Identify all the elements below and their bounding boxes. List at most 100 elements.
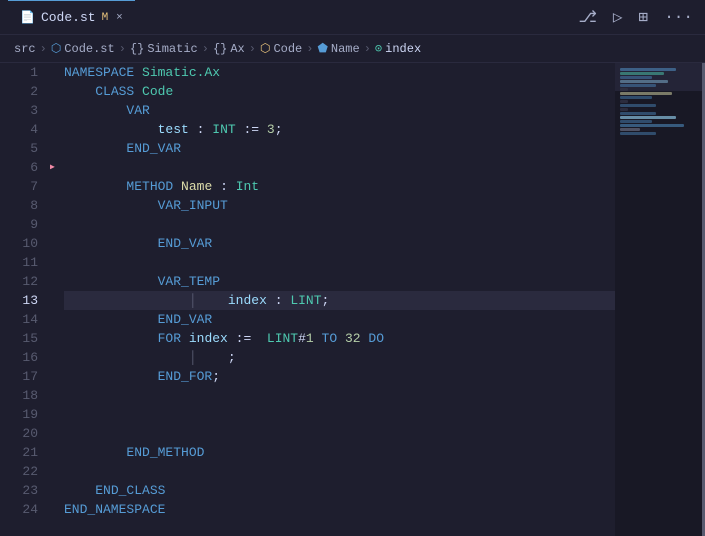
breadcrumb-name[interactable]: ⬟ Name (317, 41, 359, 56)
breadcrumb-simatic-label: Simatic (147, 42, 197, 56)
line-11: 11 (0, 253, 50, 272)
breadcrumb: src › ⬡ Code.st › {} Simatic › {} Ax › ⬡… (0, 35, 705, 63)
line-3: 3 (0, 101, 50, 120)
line-7: 7 (0, 177, 50, 196)
line-20: 20 (0, 424, 50, 443)
arrow-16 (50, 348, 64, 367)
line-23: 23 (0, 481, 50, 500)
code-line-23: END_CLASS (64, 481, 615, 500)
tab-modified: M (102, 12, 109, 24)
breadcrumb-index-label: index (385, 42, 421, 56)
more-icon[interactable]: ··· (660, 6, 697, 28)
arrow-11 (50, 253, 64, 272)
editor-container: 1 2 3 4 5 6 7 8 9 10 11 12 13 14 15 16 1… (0, 63, 705, 536)
code-line-1: NAMESPACE Simatic.Ax (64, 63, 615, 82)
minimap-line-9 (620, 100, 628, 103)
minimap-line-8 (620, 96, 652, 99)
code-line-4: test : INT := 3; (64, 120, 615, 139)
minimap-content (620, 68, 700, 136)
code-line-22 (64, 462, 615, 481)
minimap-line-17 (620, 132, 656, 135)
code-area[interactable]: NAMESPACE Simatic.Ax CLASS Code VAR test… (64, 63, 615, 536)
minimap-line-1 (620, 68, 676, 71)
minimap-line-3 (620, 76, 652, 79)
line-18: 18 (0, 386, 50, 405)
method-icon: ⬟ (317, 41, 327, 56)
run-icon[interactable]: ▷ (609, 5, 627, 29)
minimap-line-10 (620, 104, 656, 107)
code-line-12: VAR_TEMP (64, 272, 615, 291)
line-4: 4 (0, 120, 50, 139)
line-24: 24 (0, 500, 50, 519)
breadcrumb-sep-1: › (40, 42, 47, 56)
active-tab[interactable]: 📄 Code.st M × (8, 0, 135, 34)
minimap-line-4 (620, 80, 668, 83)
breadcrumb-code[interactable]: ⬡ Code (260, 41, 302, 56)
arrow-1 (50, 63, 64, 82)
arrow-13 (50, 291, 64, 310)
arrow-7 (50, 177, 64, 196)
breadcrumb-ax[interactable]: {} Ax (213, 42, 245, 56)
arrow-20 (50, 424, 64, 443)
code-line-20 (64, 424, 615, 443)
line-2: 2 (0, 82, 50, 101)
breadcrumb-sep-6: › (364, 42, 371, 56)
minimap-line-2 (620, 72, 664, 75)
code-line-11 (64, 253, 615, 272)
tab-close-button[interactable]: × (116, 12, 123, 24)
title-bar-actions: ⎇ ▷ ⊞ ··· (574, 5, 697, 29)
minimap-line-13 (620, 116, 676, 119)
line-16: 16 (0, 348, 50, 367)
minimap-line-11 (620, 108, 628, 111)
breadcrumb-index[interactable]: ⊙ index (375, 41, 421, 56)
minimap-line-6 (620, 88, 628, 91)
code-line-10: END_VAR (64, 234, 615, 253)
code-line-9 (64, 215, 615, 234)
breadcrumb-codest[interactable]: ⬡ Code.st (51, 41, 115, 56)
code-line-17: END_FOR; (64, 367, 615, 386)
line-9: 9 (0, 215, 50, 234)
line-15: 15 (0, 329, 50, 348)
file-small-icon: ⬡ (51, 41, 61, 56)
line-17: 17 (0, 367, 50, 386)
arrow-22 (50, 462, 64, 481)
line-19: 19 (0, 405, 50, 424)
source-control-icon[interactable]: ⎇ (574, 5, 600, 29)
arrow-14 (50, 310, 64, 329)
line-14: 14 (0, 310, 50, 329)
arrow-column: ▶ (50, 63, 64, 536)
code-line-18 (64, 386, 615, 405)
code-line-14: END_VAR (64, 310, 615, 329)
breadcrumb-src[interactable]: src (14, 42, 36, 56)
arrow-21 (50, 443, 64, 462)
arrow-19 (50, 405, 64, 424)
breadcrumb-simatic[interactable]: {} Simatic (130, 42, 198, 56)
arrow-5 (50, 139, 64, 158)
line-21: 21 (0, 443, 50, 462)
minimap-line-15 (620, 124, 684, 127)
arrow-17 (50, 367, 64, 386)
breadcrumb-sep-5: › (306, 42, 313, 56)
arrow-4 (50, 120, 64, 139)
line-8: 8 (0, 196, 50, 215)
line-10: 10 (0, 234, 50, 253)
arrow-9 (50, 215, 64, 234)
line-13: 13 (0, 291, 50, 310)
code-line-16: │ ; (64, 348, 615, 367)
minimap-line-14 (620, 120, 652, 123)
arrow-6: ▶ (50, 158, 64, 177)
code-line-5: END_VAR (64, 139, 615, 158)
file-icon: 📄 (20, 10, 35, 25)
title-bar: 📄 Code.st M × ⎇ ▷ ⊞ ··· (0, 0, 705, 35)
line-6: 6 (0, 158, 50, 177)
line-5: 5 (0, 139, 50, 158)
layout-icon[interactable]: ⊞ (635, 5, 653, 29)
code-line-21: END_METHOD (64, 443, 615, 462)
code-line-2: CLASS Code (64, 82, 615, 101)
line-1: 1 (0, 63, 50, 82)
line-22: 22 (0, 462, 50, 481)
arrow-8 (50, 196, 64, 215)
breadcrumb-sep-4: › (249, 42, 256, 56)
breadcrumb-sep-3: › (202, 42, 209, 56)
arrow-12 (50, 272, 64, 291)
